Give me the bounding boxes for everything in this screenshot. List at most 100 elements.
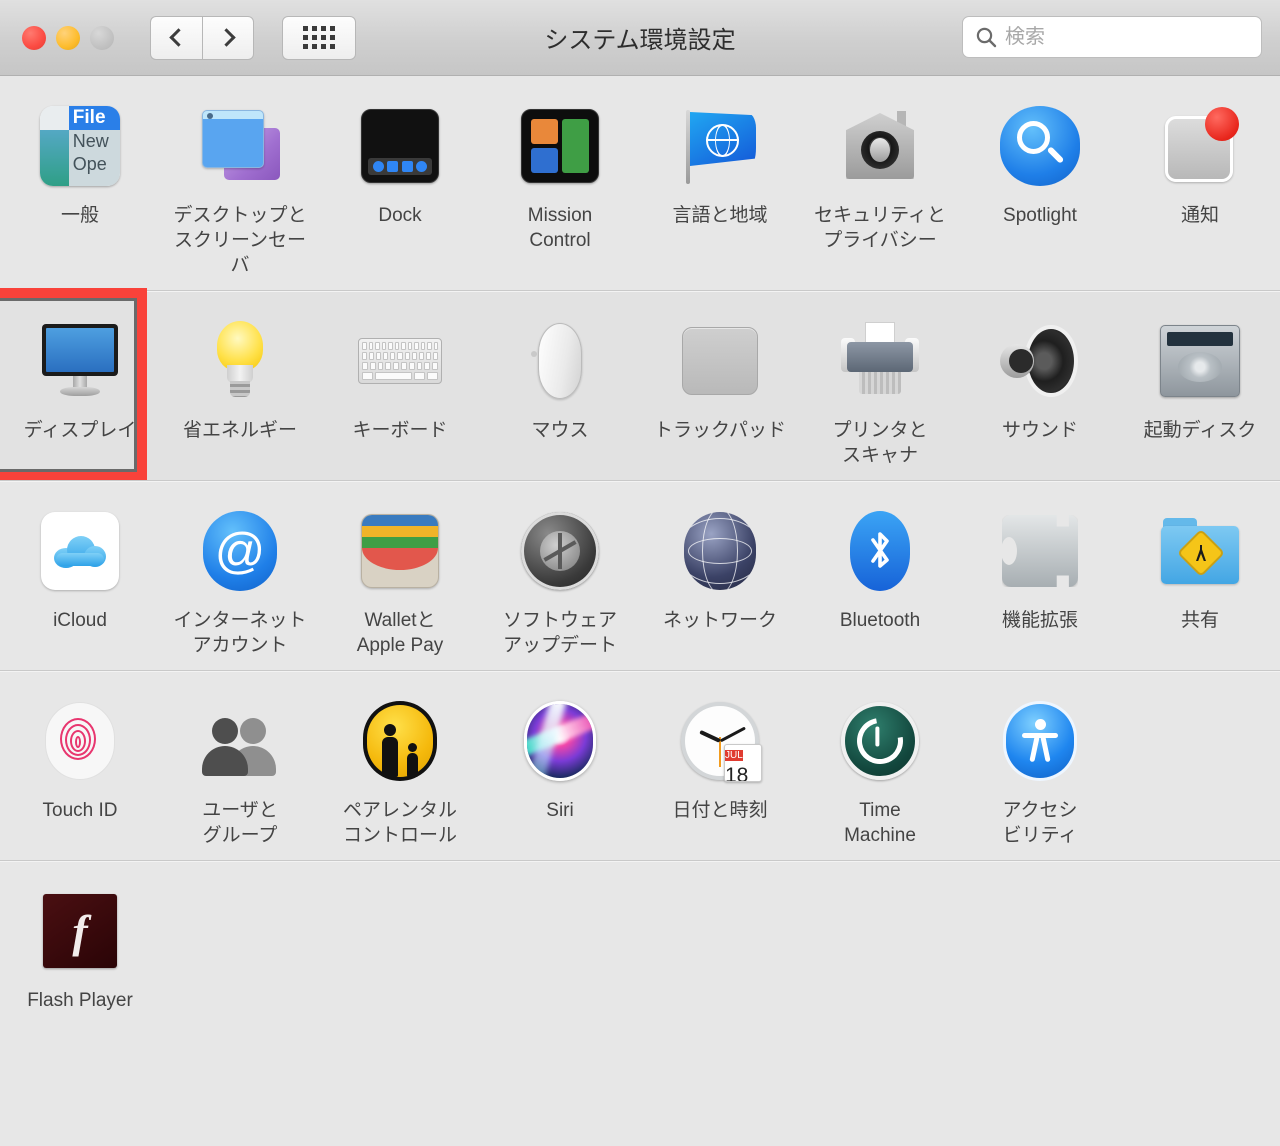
preference-row: iCloud @ インターネット アカウント Walletと Apple Pay… xyxy=(0,481,1280,670)
pref-pane-dock[interactable]: Dock xyxy=(320,94,480,278)
language-region-icon xyxy=(672,98,768,194)
section-other: f Flash Player xyxy=(0,860,1280,1025)
pref-pane-date-time[interactable]: JUL 18 日付と時刻 xyxy=(640,689,800,848)
section-hardware: ディスプレイ 省エネルギー キーボード マウス トラックパッド プリンタと スキ… xyxy=(0,288,1280,482)
pref-pane-internet-accounts[interactable]: @ インターネット アカウント xyxy=(160,499,320,658)
extensions-icon xyxy=(992,503,1088,599)
window-titlebar: システム環境設定 xyxy=(0,0,1280,76)
pref-label: 共有 xyxy=(1180,610,1219,631)
general-icon: File New Ope xyxy=(32,98,128,194)
pref-pane-displays[interactable]: ディスプレイ xyxy=(0,288,160,482)
pref-label: アクセシ ビリティ xyxy=(1002,800,1078,846)
pref-pane-startup-disk[interactable]: 起動ディスク xyxy=(1120,309,1280,468)
pref-pane-spotlight[interactable]: Spotlight xyxy=(960,94,1120,278)
search-input[interactable] xyxy=(1005,25,1251,49)
pref-pane-touch-id[interactable]: Touch ID xyxy=(0,689,160,848)
parental-controls-icon xyxy=(352,693,448,789)
forward-button[interactable] xyxy=(202,15,254,60)
pref-pane-sharing[interactable]: 共有 xyxy=(1120,499,1280,658)
trackpad-icon xyxy=(672,313,768,409)
pref-pane-security-privacy[interactable]: セキュリティと プライバシー xyxy=(800,94,960,278)
pref-label: キーボード xyxy=(352,420,448,441)
pref-pane-network[interactable]: ネットワーク xyxy=(640,499,800,658)
pref-label: プリンタと スキャナ xyxy=(832,420,928,466)
date-time-icon: JUL 18 xyxy=(672,693,768,789)
section-internet: iCloud @ インターネット アカウント Walletと Apple Pay… xyxy=(0,480,1280,670)
pref-label: Dock xyxy=(378,205,422,226)
grid-icon xyxy=(303,26,335,49)
pref-pane-extensions[interactable]: 機能拡張 xyxy=(960,499,1120,658)
startup-disk-icon xyxy=(1152,313,1248,409)
preference-row: ディスプレイ 省エネルギー キーボード マウス トラックパッド プリンタと スキ… xyxy=(0,288,1280,482)
preference-row: f Flash Player xyxy=(0,861,1280,1025)
pref-pane-notifications[interactable]: 通知 xyxy=(1120,94,1280,278)
pref-pane-printers-scanners[interactable]: プリンタと スキャナ xyxy=(800,309,960,468)
pref-pane-users-groups[interactable]: ユーザと グループ xyxy=(160,689,320,848)
pref-label: マウス xyxy=(531,420,589,441)
pref-pane-general[interactable]: File New Ope 一般 xyxy=(0,94,160,278)
pref-pane-language-region[interactable]: 言語と地域 xyxy=(640,94,800,278)
pref-pane-bluetooth[interactable]: Bluetooth xyxy=(800,499,960,658)
pref-label: 通知 xyxy=(1180,205,1219,226)
users-groups-icon xyxy=(192,693,288,789)
energy-saver-icon xyxy=(192,313,288,409)
system-preferences-window: システム環境設定 FileNewOpe 一般 xyxy=(0,0,1280,1146)
sound-icon xyxy=(992,313,1088,409)
pref-label: ソフトウェア アップデート xyxy=(502,610,617,656)
keyboard-icon xyxy=(352,313,448,409)
icloud-icon xyxy=(32,503,128,599)
minimize-button[interactable] xyxy=(56,25,80,50)
show-all-button[interactable] xyxy=(282,15,356,60)
section-system: Touch ID ユーザと グループ ペアレンタル コントロール Siri JU… xyxy=(0,670,1280,860)
pref-label: ディスプレイ xyxy=(23,420,137,441)
pref-label: 日付と時刻 xyxy=(672,800,768,821)
pref-pane-software-update[interactable]: ソフトウェア アップデート xyxy=(480,499,640,658)
dock-icon xyxy=(352,98,448,194)
pref-pane-flash-player[interactable]: f Flash Player xyxy=(0,879,160,1013)
security-privacy-icon xyxy=(832,98,928,194)
preference-row: File New Ope 一般 デスクトップと スクリーンセーバ Dock Mi… xyxy=(0,76,1280,290)
pref-pane-trackpad[interactable]: トラックパッド xyxy=(640,309,800,468)
flash-glyph: f xyxy=(43,894,117,968)
pref-label: Touch ID xyxy=(42,800,118,821)
pref-pane-mission-control[interactable]: Mission Control xyxy=(480,94,640,278)
pref-pane-keyboard[interactable]: キーボード xyxy=(320,309,480,468)
chevron-right-icon xyxy=(216,28,236,47)
bluetooth-icon xyxy=(832,503,928,599)
displays-icon xyxy=(32,313,128,409)
internet-accounts-icon: @ xyxy=(192,503,288,599)
network-icon xyxy=(672,503,768,599)
pref-label: Flash Player xyxy=(27,990,133,1011)
pref-pane-desktop-screensaver[interactable]: デスクトップと スクリーンセーバ xyxy=(160,94,320,278)
back-button[interactable] xyxy=(150,15,202,60)
mission-control-icon xyxy=(512,98,608,194)
pref-pane-sound[interactable]: サウンド xyxy=(960,309,1120,468)
pref-pane-parental-controls[interactable]: ペアレンタル コントロール xyxy=(320,689,480,848)
zoom-button[interactable] xyxy=(90,25,114,50)
pref-label: トラックパッド xyxy=(653,420,787,441)
search-icon xyxy=(976,27,997,48)
pref-label: Time Machine xyxy=(844,800,916,846)
time-machine-icon xyxy=(832,693,928,789)
pref-pane-icloud[interactable]: iCloud xyxy=(0,499,160,658)
pref-pane-empty xyxy=(1120,689,1280,848)
search-field[interactable] xyxy=(962,16,1262,58)
wallet-apple-pay-icon xyxy=(352,503,448,599)
pref-label: 起動ディスク xyxy=(1143,420,1257,441)
flash-player-icon: f xyxy=(32,883,128,979)
navigation-buttons xyxy=(150,15,254,60)
pref-label: Siri xyxy=(546,800,574,821)
pref-pane-mouse[interactable]: マウス xyxy=(480,309,640,468)
pref-pane-siri[interactable]: Siri xyxy=(480,689,640,848)
pref-label: 省エネルギー xyxy=(182,420,297,441)
pref-label: ユーザと グループ xyxy=(202,800,278,846)
desktop-screensaver-icon xyxy=(192,98,288,194)
close-button[interactable] xyxy=(22,25,46,50)
pref-pane-energy-saver[interactable]: 省エネルギー xyxy=(160,309,320,468)
pref-label: Mission Control xyxy=(527,205,593,251)
pref-pane-wallet-apple-pay[interactable]: Walletと Apple Pay xyxy=(320,499,480,658)
pref-pane-time-machine[interactable]: Time Machine xyxy=(800,689,960,848)
chevron-left-icon xyxy=(169,28,188,47)
pref-pane-accessibility[interactable]: アクセシ ビリティ xyxy=(960,689,1120,848)
pref-label: Bluetooth xyxy=(839,610,921,631)
